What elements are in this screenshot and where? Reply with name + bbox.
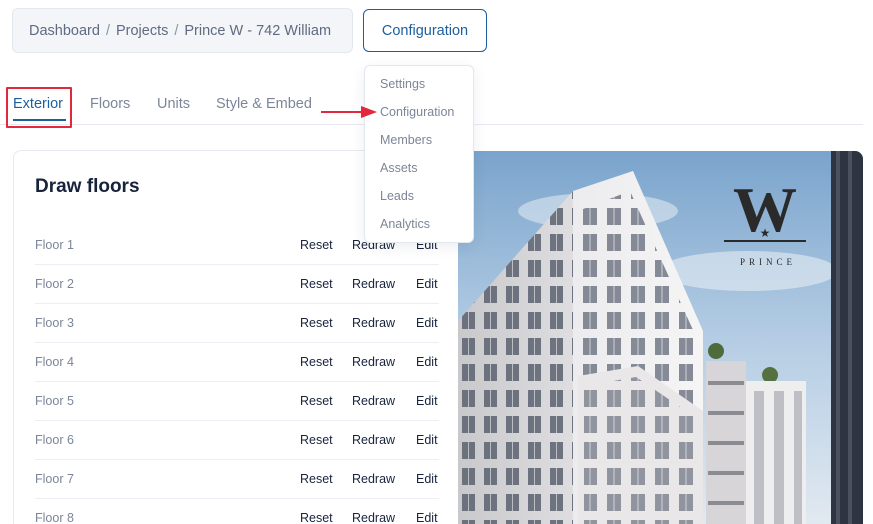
floor-name: Floor 5: [35, 394, 74, 408]
floor-name: Floor 6: [35, 433, 74, 447]
edit-button[interactable]: Edit: [416, 277, 438, 291]
tab-units[interactable]: Units: [157, 96, 190, 112]
floor-row: Floor 7 Reset Redraw Edit: [35, 460, 439, 499]
breadcrumb-dashboard[interactable]: Dashboard: [29, 23, 100, 39]
floor-name: Floor 8: [35, 511, 74, 524]
reset-button[interactable]: Reset: [300, 277, 333, 291]
annotation-highlight-box: [6, 87, 72, 128]
redraw-button[interactable]: Redraw: [352, 316, 395, 330]
prince-logo-text: PRINCE: [740, 257, 796, 267]
redraw-button[interactable]: Redraw: [352, 394, 395, 408]
reset-button[interactable]: Reset: [300, 355, 333, 369]
breadcrumb-separator: /: [174, 22, 179, 39]
floor-name: Floor 4: [35, 355, 74, 369]
arrow-right-icon: [321, 106, 377, 118]
floor-name: Floor 1: [35, 238, 74, 252]
card-title: Draw floors: [35, 176, 140, 197]
floor-row: Floor 2 Reset Redraw Edit: [35, 265, 439, 304]
floor-row: Floor 8 Reset Redraw Edit: [35, 499, 439, 524]
floor-name: Floor 7: [35, 472, 74, 486]
redraw-button[interactable]: Redraw: [352, 433, 395, 447]
menu-item-analytics[interactable]: Analytics: [380, 217, 430, 231]
menu-item-members[interactable]: Members: [380, 133, 432, 147]
edit-button[interactable]: Edit: [416, 355, 438, 369]
menu-item-leads[interactable]: Leads: [380, 189, 414, 203]
menu-item-settings[interactable]: Settings: [380, 77, 425, 91]
floor-row: Floor 4 Reset Redraw Edit: [35, 343, 439, 382]
tab-style-embed[interactable]: Style & Embed: [216, 96, 312, 112]
redraw-button[interactable]: Redraw: [352, 277, 395, 291]
building-illustration: W ★ PRINCE: [458, 151, 863, 524]
edit-button[interactable]: Edit: [416, 316, 438, 330]
breadcrumb-project: Prince W - 742 William: [184, 22, 332, 39]
breadcrumb-projects[interactable]: Projects: [116, 23, 168, 39]
menu-item-configuration[interactable]: Configuration: [380, 105, 454, 119]
redraw-button[interactable]: Redraw: [352, 511, 395, 524]
edit-button[interactable]: Edit: [416, 394, 438, 408]
floor-name: Floor 2: [35, 277, 74, 291]
tab-floors[interactable]: Floors: [90, 96, 130, 112]
building-photo: W ★ PRINCE: [458, 151, 863, 524]
edit-button[interactable]: Edit: [416, 472, 438, 486]
reset-button[interactable]: Reset: [300, 394, 333, 408]
reset-button[interactable]: Reset: [300, 472, 333, 486]
floor-list: Floor 1 Reset Redraw Edit Floor 2 Reset Redraw…: [35, 226, 439, 524]
floor-row: Floor 6 Reset Redraw Edit: [35, 421, 439, 460]
redraw-button[interactable]: Redraw: [352, 355, 395, 369]
breadcrumb: Dashboard / Projects / Prince W - 742 Wi…: [12, 8, 353, 53]
configuration-dropdown-menu: Settings Configuration Members Assets Le…: [364, 65, 474, 243]
logo-star-icon: ★: [760, 226, 771, 240]
floor-row: Floor 5 Reset Redraw Edit: [35, 382, 439, 421]
reset-button[interactable]: Reset: [300, 433, 333, 447]
redraw-button[interactable]: Redraw: [352, 472, 395, 486]
edit-button[interactable]: Edit: [416, 511, 438, 524]
reset-button[interactable]: Reset: [300, 316, 333, 330]
edit-button[interactable]: Edit: [416, 433, 438, 447]
reset-button[interactable]: Reset: [300, 238, 333, 252]
floor-row: Floor 3 Reset Redraw Edit: [35, 304, 439, 343]
reset-button[interactable]: Reset: [300, 511, 333, 524]
configuration-button[interactable]: Configuration: [363, 9, 487, 52]
breadcrumb-separator: /: [105, 22, 110, 39]
floor-name: Floor 3: [35, 316, 74, 330]
menu-item-assets[interactable]: Assets: [380, 161, 418, 175]
